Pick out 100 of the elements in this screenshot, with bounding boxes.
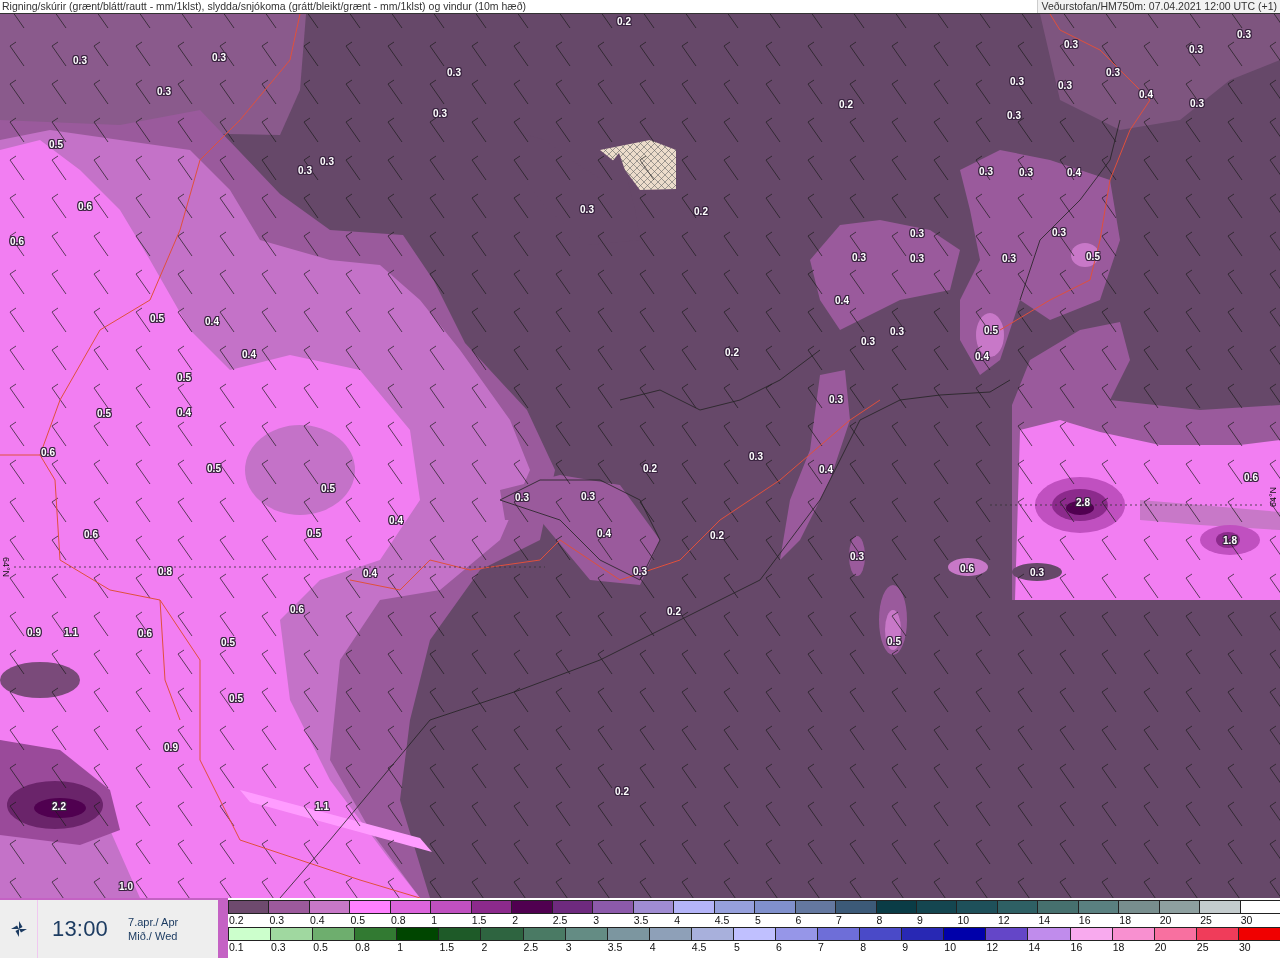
value-label: 0.3 bbox=[515, 491, 529, 503]
value-label: 0.3 bbox=[581, 490, 595, 502]
legend-value: 0.4 bbox=[308, 914, 325, 927]
legend-value: 5 bbox=[732, 941, 740, 954]
legend-value: 0.8 bbox=[354, 941, 370, 954]
legend-value: 30 bbox=[1239, 914, 1253, 927]
value-label: 0.6 bbox=[84, 528, 98, 540]
legend-value: 3 bbox=[564, 941, 572, 954]
legend-value: 2 bbox=[511, 914, 519, 927]
legend-value: 4 bbox=[673, 914, 680, 927]
legend-value: 25 bbox=[1199, 914, 1212, 927]
value-label: 0.4 bbox=[177, 406, 191, 418]
value-label: 0.6 bbox=[1244, 471, 1258, 483]
value-label: 0.8 bbox=[158, 565, 172, 577]
value-label: 0.4 bbox=[597, 527, 611, 539]
forecast-weekday: Mið./ Wed bbox=[128, 929, 179, 943]
value-label: 0.4 bbox=[1067, 166, 1081, 178]
legend-value: 20 bbox=[1153, 941, 1167, 954]
legend-value: 0.5 bbox=[312, 941, 328, 954]
value-label: 0.5 bbox=[321, 482, 335, 494]
value-label: 0.5 bbox=[97, 407, 111, 419]
value-label: 0.6 bbox=[41, 446, 55, 458]
legend-value: 6 bbox=[794, 914, 802, 927]
value-label: 0.5 bbox=[207, 462, 221, 474]
value-label: 1.1 bbox=[64, 626, 78, 638]
value-label: 0.3 bbox=[749, 450, 763, 462]
legend-value: 3 bbox=[592, 914, 600, 927]
value-label: 0.3 bbox=[861, 335, 875, 347]
value-label: 0.2 bbox=[694, 205, 708, 217]
legend-value: 1.5 bbox=[438, 941, 454, 954]
legend-value: 7 bbox=[817, 941, 824, 954]
value-label: 0.2 bbox=[615, 785, 629, 797]
value-label: 2.8 bbox=[1076, 496, 1090, 508]
value-label: 0.3 bbox=[320, 155, 334, 167]
legend-value: 16 bbox=[1069, 941, 1083, 954]
value-label: 0.3 bbox=[298, 164, 312, 176]
value-label: 0.2 bbox=[710, 529, 724, 541]
value-label: 0.3 bbox=[1030, 566, 1044, 578]
value-label: 0.4 bbox=[242, 348, 256, 360]
value-label: 0.3 bbox=[1189, 43, 1203, 55]
value-label: 0.2 bbox=[643, 462, 657, 474]
legend-value: 4.5 bbox=[713, 914, 730, 927]
legend-value: 30 bbox=[1237, 941, 1251, 954]
legend-value: 10 bbox=[943, 941, 956, 954]
value-label: 0.4 bbox=[975, 350, 989, 362]
value-label: 0.3 bbox=[1058, 79, 1072, 91]
forecast-time: 13:00 bbox=[52, 916, 109, 942]
value-label: 1.8 bbox=[1223, 534, 1237, 546]
legend-value: 12 bbox=[996, 914, 1010, 927]
legend-value: 1 bbox=[396, 941, 404, 954]
legend-value: 8 bbox=[875, 914, 883, 927]
value-label: 0.3 bbox=[1106, 66, 1120, 78]
value-label: 0.3 bbox=[829, 393, 843, 405]
value-label: 0.6 bbox=[78, 200, 92, 212]
legend-value: 2.5 bbox=[522, 941, 539, 954]
value-label: 0.2 bbox=[667, 605, 681, 617]
legend-value: 25 bbox=[1195, 941, 1209, 954]
legend-value: 0.8 bbox=[389, 914, 406, 927]
latitude-label: 64°N bbox=[1, 556, 11, 578]
value-label: 0.5 bbox=[307, 527, 321, 539]
value-label: 0.3 bbox=[1190, 97, 1204, 109]
legend-value: 14 bbox=[1027, 941, 1041, 954]
value-label: 0.3 bbox=[850, 550, 864, 562]
legend-value: 3.5 bbox=[632, 914, 649, 927]
value-label: 0.2 bbox=[617, 15, 631, 27]
value-label: 0.5 bbox=[221, 636, 235, 648]
value-label: 0.3 bbox=[1019, 166, 1033, 178]
legend-value: 16 bbox=[1077, 914, 1091, 927]
pinwheel-icon bbox=[9, 920, 28, 938]
legend-value: 18 bbox=[1118, 914, 1131, 927]
value-label: 0.3 bbox=[1237, 28, 1251, 40]
legend-value: 12 bbox=[985, 941, 999, 954]
legend-value: 0.2 bbox=[228, 914, 244, 927]
legend-value: 2 bbox=[480, 941, 488, 954]
forecast-date: 7.apr./ Apr bbox=[128, 915, 179, 929]
legend-value: 9 bbox=[915, 914, 923, 927]
value-label: 0.3 bbox=[157, 85, 171, 97]
value-label: 0.5 bbox=[984, 324, 998, 336]
legend-value: 4.5 bbox=[690, 941, 707, 954]
value-label: 0.2 bbox=[725, 346, 739, 358]
value-label: 0.3 bbox=[979, 165, 993, 177]
value-label: 0.3 bbox=[633, 565, 647, 577]
legend-value: 8 bbox=[859, 941, 866, 954]
value-label: 0.3 bbox=[890, 325, 904, 337]
value-label: 0.3 bbox=[910, 227, 924, 239]
legend-value: 0.3 bbox=[270, 941, 286, 954]
value-label: 0.2 bbox=[839, 98, 853, 110]
value-label: 0.5 bbox=[177, 371, 191, 383]
value-label: 1.1 bbox=[315, 800, 329, 812]
value-label: 0.4 bbox=[835, 294, 849, 306]
value-label: 0.3 bbox=[1010, 75, 1024, 87]
legend-value: 2.5 bbox=[551, 914, 568, 927]
value-label: 0.3 bbox=[580, 203, 594, 215]
value-label: 0.5 bbox=[887, 635, 901, 647]
value-label: 0.3 bbox=[852, 251, 866, 263]
value-label: 0.5 bbox=[229, 692, 243, 704]
value-label: 0.3 bbox=[447, 66, 461, 78]
value-label: 0.6 bbox=[960, 562, 974, 574]
value-label: 0.9 bbox=[164, 741, 178, 753]
value-label: 0.3 bbox=[212, 51, 226, 63]
